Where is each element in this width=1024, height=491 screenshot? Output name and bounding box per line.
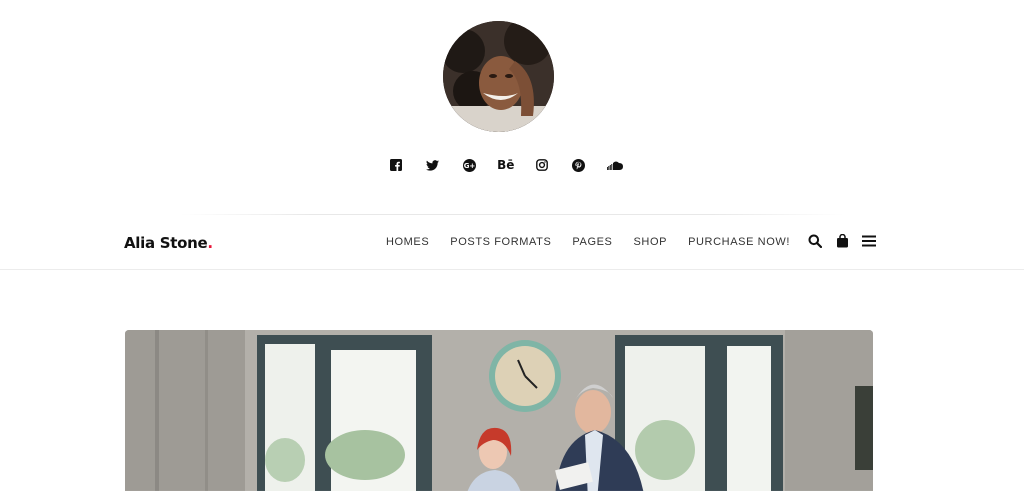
twitter-icon[interactable]	[415, 155, 452, 175]
menu-item-pages[interactable]: PAGES	[572, 236, 612, 248]
header-divider	[180, 214, 844, 215]
facebook-icon[interactable]	[378, 155, 415, 175]
social-links: G+ Bē	[378, 155, 634, 175]
site-logo[interactable]: Alia Stone.	[124, 234, 213, 252]
soundcloud-icon[interactable]	[597, 155, 634, 175]
main-menu: HOMES POSTS FORMATS PAGES SHOP PURCHASE …	[386, 236, 790, 248]
menu-item-shop[interactable]: SHOP	[634, 236, 668, 248]
instagram-icon[interactable]	[524, 155, 561, 175]
svg-text:G+: G+	[463, 162, 475, 170]
behance-icon[interactable]: Bē	[488, 155, 525, 175]
pinterest-icon[interactable]	[561, 155, 598, 175]
google-plus-icon[interactable]: G+	[451, 155, 488, 175]
profile-avatar	[443, 21, 554, 132]
logo-text: Alia Stone	[124, 234, 208, 252]
search-icon[interactable]	[807, 233, 823, 249]
menu-item-posts-formats[interactable]: POSTS FORMATS	[450, 236, 551, 248]
header-tools	[807, 233, 877, 249]
behance-glyph: Bē	[497, 158, 515, 172]
hamburger-menu-icon[interactable]	[861, 233, 877, 249]
menu-item-homes[interactable]: HOMES	[386, 236, 429, 248]
logo-dot: .	[207, 234, 213, 252]
shopping-bag-icon[interactable]	[834, 233, 850, 249]
menu-item-purchase-now[interactable]: PURCHASE NOW!	[688, 236, 790, 248]
featured-post-image[interactable]	[125, 330, 873, 491]
main-navbar: Alia Stone. HOMES POSTS FORMATS PAGES SH…	[0, 216, 1024, 270]
